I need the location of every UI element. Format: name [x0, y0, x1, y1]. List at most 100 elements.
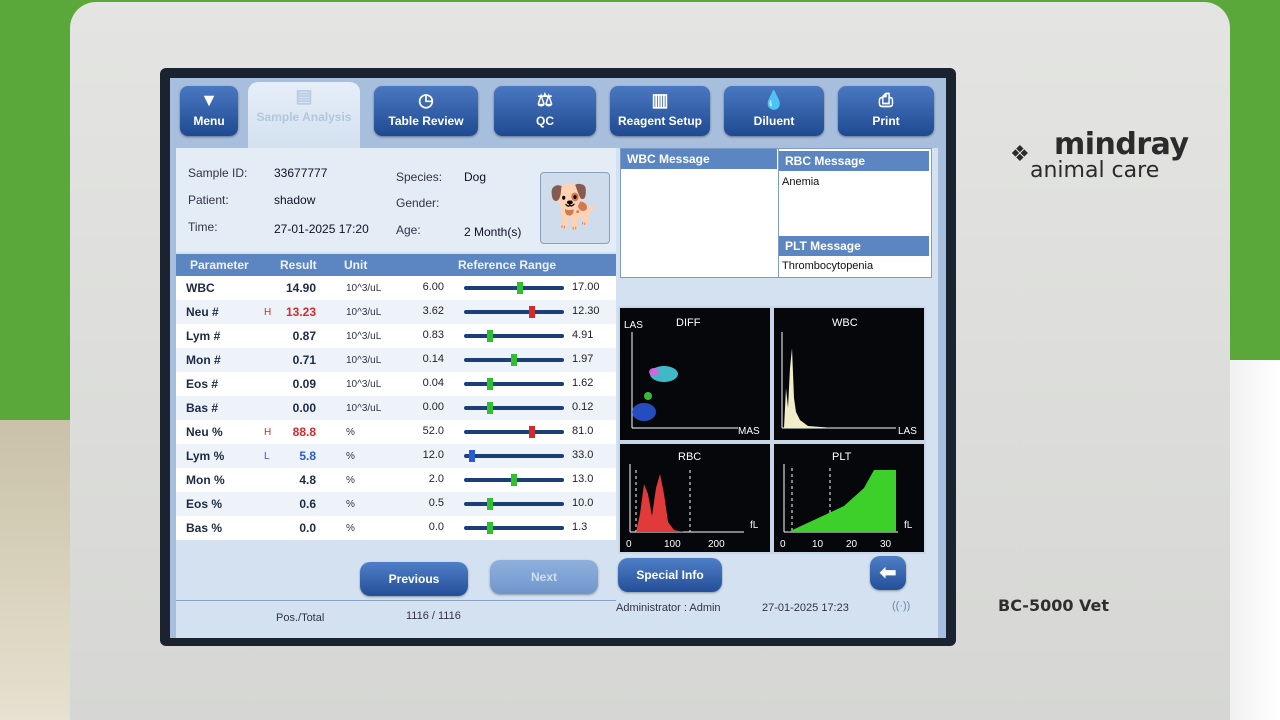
- unit-value: 10^3/uL: [346, 331, 382, 342]
- plt-tick-20: 20: [846, 539, 858, 550]
- gender-label: Gender:: [396, 196, 440, 210]
- special-info-button[interactable]: Special Info: [618, 558, 722, 592]
- header-reference-range: Reference Range: [458, 258, 557, 272]
- rbc-plot-svg: RBC fL 0 100 200: [626, 451, 759, 550]
- tab-menu-label: Menu: [193, 114, 225, 128]
- range-low: 52.0: [422, 425, 444, 437]
- tab-table-review[interactable]: ◷ Table Review: [374, 86, 478, 136]
- result-flag: H: [264, 307, 272, 318]
- rbc-message-title: RBC Message: [779, 151, 929, 171]
- model-label: BC-5000 Vet: [998, 596, 1110, 615]
- rbc-message-text: Anemia: [782, 176, 820, 188]
- parameter-name: Eos %: [186, 497, 223, 511]
- tab-qc[interactable]: ⚖ QC: [494, 86, 596, 136]
- diff-ylabel: LAS: [624, 320, 643, 331]
- dog-avatar-icon: 🐕: [540, 172, 610, 244]
- plt-histogram: PLT fL 0 10 20 30: [772, 442, 926, 554]
- table-row: Neu # H 13.23 10^3/uL 3.62 12.30: [176, 300, 616, 324]
- status-divider: [176, 600, 616, 601]
- range-low: 2.0: [428, 473, 444, 485]
- range-low: 0.0: [428, 521, 444, 533]
- brand-line1: mindray: [1054, 127, 1189, 162]
- brand-logo: ❖ mindray animal care: [1010, 130, 1189, 182]
- result-marker: [486, 498, 493, 510]
- tab-diluent-label: Diluent: [753, 114, 795, 128]
- unit-value: %: [346, 523, 355, 534]
- next-button[interactable]: Next: [490, 560, 598, 594]
- parameter-name: Mon %: [186, 473, 225, 487]
- reference-range-bar: [464, 430, 564, 434]
- plt-tick-10: 10: [812, 539, 824, 550]
- result-marker: [486, 402, 493, 414]
- plt-plot-unit: fL: [904, 520, 913, 531]
- reference-range-bar: [464, 502, 564, 506]
- plt-tick-30: 30: [880, 539, 892, 550]
- plt-histogram-curve: [788, 470, 896, 532]
- network-icon: ((·)): [892, 600, 911, 612]
- table-row: Mon # 0.71 10^3/uL 0.14 1.97: [176, 348, 616, 372]
- range-high: 1.3: [572, 521, 588, 533]
- range-high: 10.0: [572, 497, 594, 509]
- bottle-icon: ▥: [651, 90, 669, 110]
- table-row: Mon % 4.8% 2.0 13.0: [176, 468, 616, 492]
- species-label: Species:: [396, 170, 443, 184]
- reference-range-bar: [464, 286, 564, 290]
- tab-qc-label: QC: [536, 114, 554, 128]
- tab-print[interactable]: ⎙ Print: [838, 86, 934, 136]
- patient-label: Patient:: [188, 193, 229, 207]
- tab-menu[interactable]: ▼ Menu: [180, 86, 238, 136]
- tab-diluent[interactable]: 💧 Diluent: [724, 86, 824, 136]
- wbc-plot-svg: WBC LAS: [781, 317, 917, 437]
- tab-table-review-label: Table Review: [388, 114, 464, 128]
- wbc-plot-xlabel: LAS: [898, 426, 917, 437]
- results-table-header: Parameter Result Unit Reference Range: [176, 254, 616, 276]
- range-low: 0.00: [422, 401, 444, 413]
- clock-icon: ◷: [418, 90, 434, 110]
- tab-reagent-setup[interactable]: ▥ Reagent Setup: [610, 86, 710, 136]
- unit-value: %: [346, 499, 355, 510]
- result-marker: [486, 378, 493, 390]
- header-unit: Unit: [344, 258, 368, 272]
- menu-arrow-icon: ▼: [200, 90, 218, 110]
- species-value: Dog: [464, 170, 487, 184]
- sample-info: Sample ID: 33677777 Patient: shadow Time…: [176, 148, 616, 252]
- result-value: 0.6: [299, 497, 316, 511]
- range-low: 0.83: [422, 329, 444, 341]
- range-low: 3.62: [422, 305, 444, 317]
- range-high: 0.12: [572, 401, 594, 413]
- rbc-plot-unit: fL: [750, 520, 759, 531]
- header-parameter: Parameter: [190, 258, 249, 272]
- pos-total-label: Pos./Total: [276, 612, 325, 624]
- range-high: 1.62: [572, 377, 594, 389]
- range-high: 17.00: [572, 281, 600, 293]
- lymphocyte-cluster: [632, 403, 656, 421]
- brand-line2: animal care: [1030, 158, 1160, 183]
- tab-sample-analysis[interactable]: ▤ Sample Analysis: [248, 82, 360, 152]
- result-value: 0.00: [292, 401, 316, 415]
- table-row: Eos # 0.09 10^3/uL 0.04 1.62: [176, 372, 616, 396]
- age-value: 2 Month(s): [464, 225, 522, 239]
- unit-value: %: [346, 451, 355, 462]
- range-high: 12.30: [572, 305, 600, 317]
- range-high: 81.0: [572, 425, 594, 437]
- result-value: 0.0: [299, 521, 316, 535]
- plt-plot-title: PLT: [832, 451, 852, 463]
- reference-range-bar: [464, 406, 564, 410]
- unit-value: 10^3/uL: [346, 355, 382, 366]
- pos-total-value: 1116 / 1116: [406, 610, 461, 622]
- back-arrow-button[interactable]: ⬅: [870, 556, 906, 590]
- tab-print-label: Print: [872, 114, 900, 128]
- result-marker: [486, 330, 493, 342]
- range-high: 33.0: [572, 449, 594, 461]
- result-value: 13.23: [285, 305, 316, 319]
- diff-scattergram: DIFF LAS MAS: [618, 306, 772, 442]
- range-high: 1.97: [572, 353, 594, 365]
- status-datetime: 27-01-2025 17:23: [762, 602, 849, 614]
- result-value: 14.90: [285, 281, 316, 295]
- result-value: 5.8: [299, 449, 316, 463]
- reference-range-bar: [464, 382, 564, 386]
- user-status: Administrator : Admin: [616, 602, 721, 614]
- range-low: 6.00: [422, 281, 444, 293]
- back-arrow-icon: ⬅: [879, 562, 897, 584]
- previous-button[interactable]: Previous: [360, 562, 468, 596]
